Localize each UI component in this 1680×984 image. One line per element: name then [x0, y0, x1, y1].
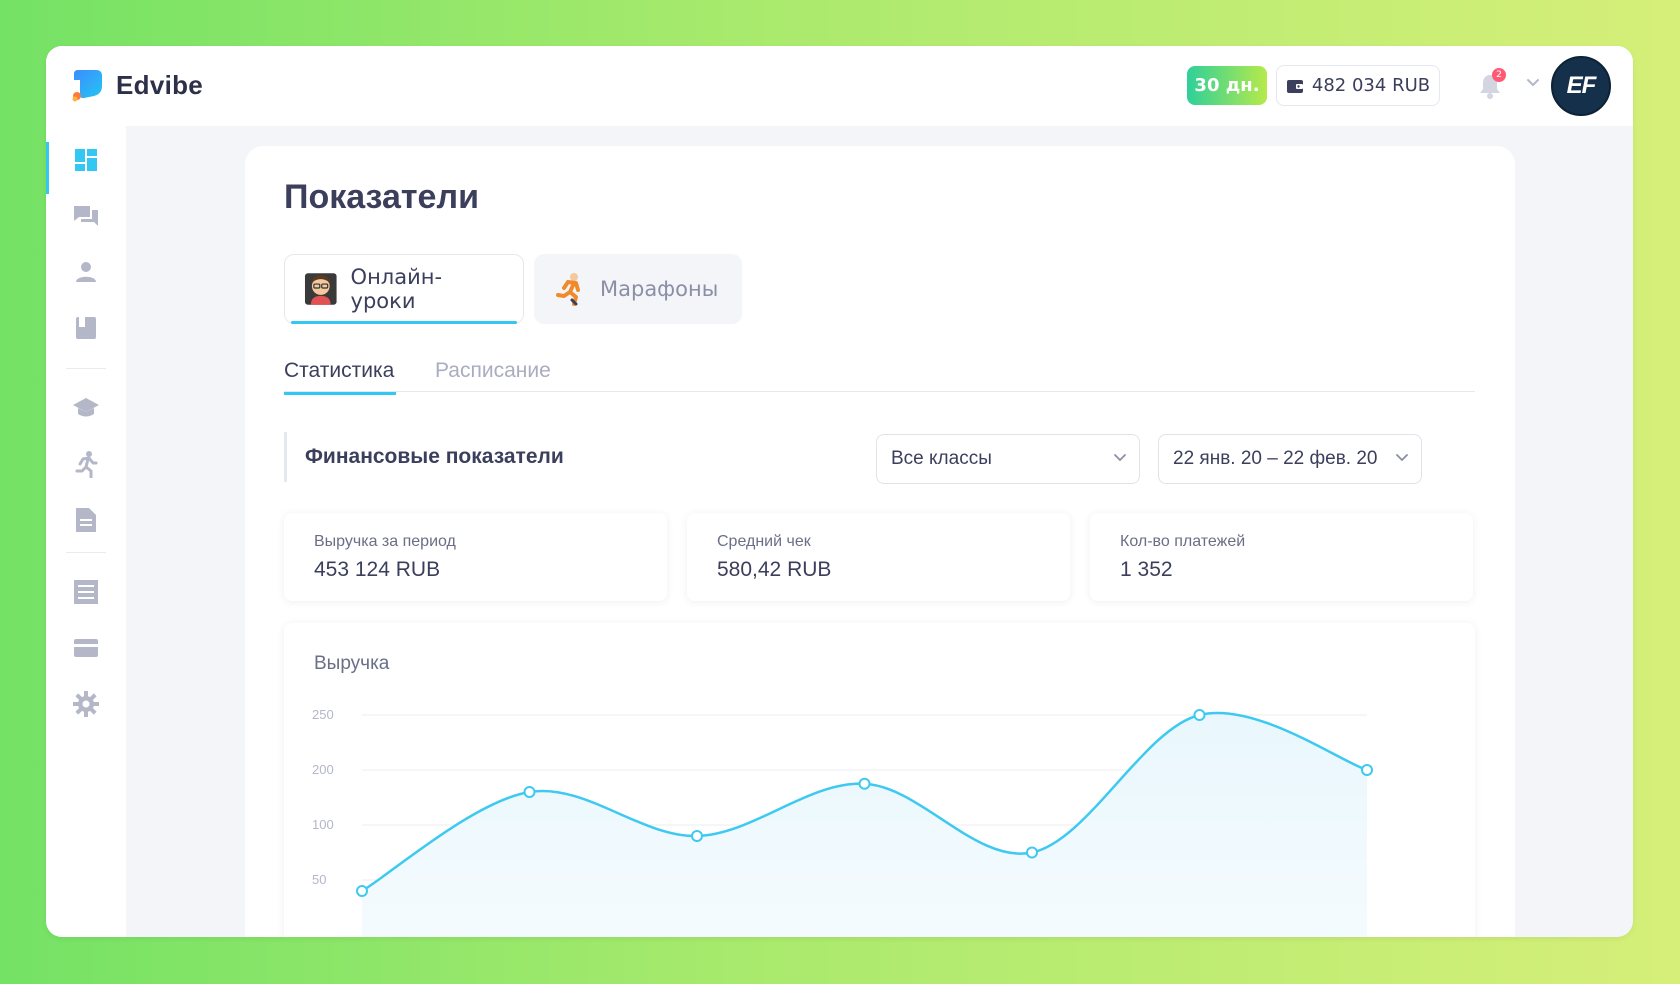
data-point[interactable]: [1026, 846, 1038, 859]
sidebar-item-payments[interactable]: [46, 624, 126, 672]
stat-label: Кол-во платежей: [1120, 533, 1246, 550]
main-panel: Показатели Онлайн-уроки Марафоны Статист…: [245, 146, 1515, 937]
sidebar-item-reports[interactable]: [46, 568, 126, 616]
app-name: Edvibe: [116, 69, 204, 100]
tab-label: Онлайн-уроки: [350, 265, 443, 313]
sidebar-item-chats[interactable]: [46, 192, 126, 240]
data-point[interactable]: [356, 885, 368, 897]
stat-value: 1 352: [1120, 558, 1173, 581]
tab-statistics[interactable]: Статистика: [284, 359, 397, 395]
data-point[interactable]: [1193, 709, 1206, 721]
gear-icon: [73, 691, 99, 717]
document-icon: [76, 508, 96, 532]
sidebar-item-settings[interactable]: [46, 680, 126, 728]
revenue-chart-card: Выручка 250 200 100 50: [284, 623, 1475, 937]
stat-value: 453 124 RUB: [314, 558, 441, 581]
credit-card-icon: [74, 639, 98, 657]
data-point[interactable]: [691, 830, 703, 842]
y-tick-label: 200: [312, 762, 334, 777]
runner-emoji-icon: [556, 273, 580, 306]
stat-label: Выручка за период: [314, 533, 456, 550]
class-select[interactable]: Все классы: [876, 434, 1140, 484]
chevron-down-icon: [1396, 454, 1408, 462]
sidebar-item-marathons[interactable]: [46, 440, 126, 488]
subscription-days-badge[interactable]: 30 дн.: [1187, 66, 1267, 105]
section-title: Финансовые показатели: [284, 432, 564, 482]
edvibe-logo-icon: [72, 70, 102, 102]
sidebar-item-dashboard[interactable]: [46, 136, 126, 194]
stat-label: Средний чек: [717, 533, 811, 550]
sidebar-item-school[interactable]: [46, 384, 126, 432]
sidebar: [46, 126, 126, 937]
book-icon: [76, 317, 96, 339]
revenue-area: [362, 713, 1367, 937]
chevron-down-icon: [1114, 454, 1126, 462]
tab-online-lessons[interactable]: Онлайн-уроки: [284, 254, 524, 324]
sidebar-divider: [66, 552, 106, 553]
teacher-emoji-icon: [304, 273, 337, 305]
y-tick-label: 50: [312, 872, 326, 887]
date-range-value: 22 янв. 20 – 22 фев. 20: [1173, 448, 1378, 469]
chat-icon: [74, 206, 98, 226]
receipt-icon: [74, 580, 98, 604]
data-point[interactable]: [523, 786, 536, 798]
user-icon: [76, 262, 96, 282]
sub-tabs: Статистика Расписание: [284, 359, 1475, 395]
data-point[interactable]: [1361, 764, 1373, 776]
data-point[interactable]: [858, 777, 871, 790]
graduation-cap-icon: [73, 398, 99, 417]
wallet-icon: [1286, 79, 1303, 93]
class-select-value: Все классы: [891, 448, 992, 469]
dashboard-icon: [75, 149, 97, 171]
tab-marathons[interactable]: Марафоны: [534, 254, 742, 324]
y-tick-label: 250: [312, 707, 334, 722]
running-man-icon: [75, 451, 98, 478]
sidebar-divider: [66, 368, 106, 369]
date-range-select[interactable]: 22 янв. 20 – 22 фев. 20: [1158, 434, 1422, 484]
notifications-button[interactable]: 2: [1474, 68, 1506, 102]
sidebar-item-documents[interactable]: [46, 496, 126, 544]
sidebar-item-courses[interactable]: [46, 304, 126, 352]
tab-schedule[interactable]: Расписание: [435, 359, 551, 383]
top-bar: Edvibe 30 дн. 482 034 RUB 2 EF: [46, 46, 1633, 126]
chevron-down-icon[interactable]: [1526, 78, 1540, 88]
notification-count-badge: 2: [1492, 68, 1506, 82]
sidebar-item-students[interactable]: [46, 248, 126, 296]
stat-card-payments-count: Кол-во платежей 1 352: [1090, 513, 1473, 601]
app-window: Edvibe 30 дн. 482 034 RUB 2 EF Показател…: [46, 46, 1633, 937]
stat-value: 580,42 RUB: [717, 558, 832, 581]
tab-label: Марафоны: [600, 277, 719, 301]
avatar[interactable]: EF: [1551, 56, 1611, 116]
balance-amount: 482 034 RUB: [1311, 75, 1431, 96]
stat-card-revenue: Выручка за период 453 124 RUB: [284, 513, 667, 601]
revenue-chart: 250 200 100 50: [312, 707, 1373, 937]
stat-card-average-check: Средний чек 580,42 RUB: [687, 513, 1070, 601]
page-title: Показатели: [284, 178, 479, 216]
wallet-balance[interactable]: 482 034 RUB: [1276, 65, 1440, 106]
y-tick-label: 100: [312, 817, 334, 832]
logo[interactable]: Edvibe: [70, 68, 203, 102]
